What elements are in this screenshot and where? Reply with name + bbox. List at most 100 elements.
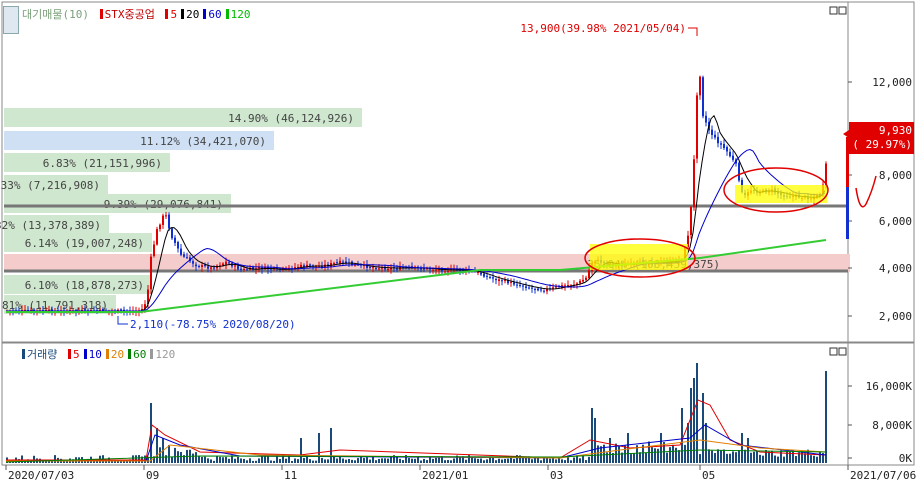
panel-window-button xyxy=(838,6,847,15)
candle-body xyxy=(213,267,215,269)
candle-body xyxy=(228,262,230,264)
volume-bar xyxy=(471,457,473,463)
volume-bar xyxy=(384,458,386,463)
highlight-zone xyxy=(590,244,688,270)
candle-body xyxy=(84,309,86,311)
volume-bar xyxy=(756,450,758,463)
volume-bar xyxy=(720,450,722,463)
volume-bar xyxy=(654,448,656,463)
low-annotation: 2,110(-78.75% 2020/08/20) xyxy=(130,318,296,331)
candle-body xyxy=(186,257,188,259)
candle-body xyxy=(387,268,389,271)
volume-bar xyxy=(618,446,620,463)
panel-window-button xyxy=(829,347,838,356)
volume-bar xyxy=(426,460,428,463)
volume-bar xyxy=(825,371,827,463)
candle-body xyxy=(477,271,479,273)
candle-body xyxy=(489,276,491,278)
volume-bar xyxy=(465,459,467,463)
volume-bar xyxy=(561,459,563,463)
y-axis-label: 8,000 xyxy=(879,169,912,182)
volume-bar xyxy=(303,457,305,463)
volume-bar xyxy=(369,459,371,463)
volume-bar xyxy=(297,459,299,463)
volume-bar xyxy=(585,460,587,463)
volume-bar xyxy=(699,454,701,463)
volume-bar xyxy=(660,433,662,463)
volume-bar xyxy=(762,455,764,463)
volume-bar xyxy=(501,459,503,463)
candle-body xyxy=(729,151,731,157)
last-price-change: ( 29.97%) xyxy=(852,138,912,151)
volume-bar xyxy=(339,456,341,463)
volume-bar xyxy=(360,457,362,463)
volume-bar xyxy=(375,460,377,463)
volume-bar xyxy=(237,456,239,463)
volume-bar xyxy=(285,458,287,463)
candle-body xyxy=(165,215,167,217)
candle-body xyxy=(720,143,722,145)
candle-body xyxy=(519,284,521,286)
volume-bar xyxy=(420,460,422,463)
volume-bar xyxy=(486,459,488,463)
volume-bar xyxy=(264,455,266,463)
volume-bar xyxy=(192,453,194,463)
candle-body xyxy=(420,268,422,270)
volume-bar xyxy=(225,456,227,463)
y-axis-label: 4,000 xyxy=(879,262,912,275)
candle-body xyxy=(435,269,437,271)
candle-body xyxy=(246,269,248,271)
volume-bar xyxy=(240,458,242,463)
candle-body xyxy=(369,266,371,268)
volume-bar xyxy=(321,457,323,463)
volume-bar xyxy=(708,449,710,463)
candle-body xyxy=(540,289,542,291)
volume-bar xyxy=(558,458,560,463)
candle-body xyxy=(438,269,440,271)
candle-body xyxy=(531,287,533,289)
volume-bar xyxy=(198,456,200,463)
candle-body xyxy=(690,206,692,236)
volume-bar xyxy=(294,458,296,463)
volume-bar xyxy=(723,449,725,463)
volume-bar xyxy=(498,458,500,463)
volume-bar xyxy=(738,450,740,463)
volume-panel-frame xyxy=(1,342,915,466)
volume-bar xyxy=(624,445,626,463)
candle-body xyxy=(180,248,182,255)
volume-bar xyxy=(813,455,815,463)
annotation-checkmark xyxy=(855,175,877,208)
volume-bar xyxy=(525,457,527,463)
candle-body xyxy=(48,309,50,311)
volume-bar xyxy=(168,445,170,463)
last-price-pointer xyxy=(843,130,849,138)
volume-bar xyxy=(363,457,365,463)
candle-body xyxy=(333,262,335,264)
candle-body xyxy=(300,264,302,267)
candle-body xyxy=(504,280,506,282)
date-axis-label: 2021/07/06 xyxy=(850,469,916,482)
last-price-value: 9,930 xyxy=(879,124,912,137)
volume-bar xyxy=(759,454,761,463)
high-annotation: 13,900(39.98% 2021/05/04) xyxy=(520,22,686,35)
volume-bar xyxy=(726,453,728,463)
last-candle-up xyxy=(846,137,849,187)
volume-bar xyxy=(735,452,737,463)
candle-body xyxy=(234,265,236,267)
candle-body xyxy=(723,143,725,149)
candle-body xyxy=(309,264,311,266)
volume-bar xyxy=(588,456,590,463)
volume-bar xyxy=(444,460,446,463)
price-profile-label: 14.90% (46,124,926) xyxy=(228,112,354,125)
volume-bar xyxy=(366,457,368,463)
low-annotation-leader xyxy=(117,316,128,325)
volume-bar xyxy=(816,456,818,463)
candle-body xyxy=(510,281,512,283)
volume-bar xyxy=(387,458,389,463)
volume-bar xyxy=(216,455,218,463)
volume-bar xyxy=(690,388,692,463)
volume-bar xyxy=(645,452,647,463)
candle-body xyxy=(525,286,527,289)
candle-body xyxy=(699,76,701,96)
volume-bar xyxy=(324,459,326,463)
